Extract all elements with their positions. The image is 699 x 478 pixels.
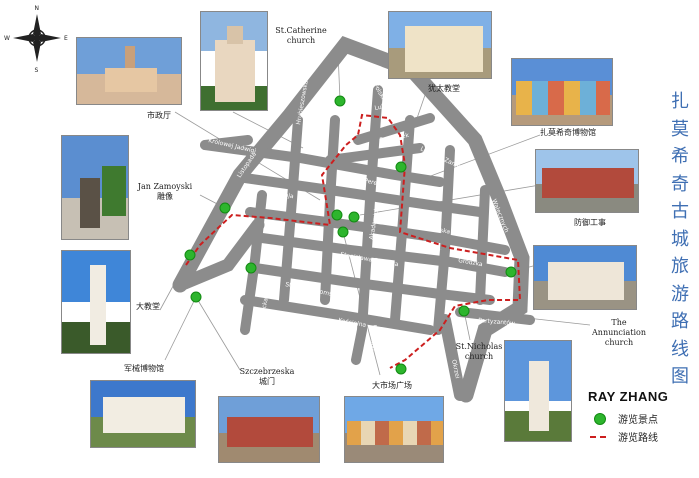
photo-zamoyski-museum — [511, 58, 613, 126]
compass-w: W — [4, 35, 10, 42]
label-annunciation: The Annunciation church — [592, 318, 646, 347]
spot-st-nicholas — [395, 363, 407, 375]
label-market: 大市场广场 — [372, 381, 412, 390]
photo-city-hall — [76, 37, 182, 105]
photo-st-nicholas — [504, 340, 572, 442]
road-zamenhofa — [320, 115, 340, 305]
photo-synagogue — [388, 11, 492, 79]
spot-cathedral — [245, 262, 257, 274]
tour-map: Królowej Jadwigi Hrubieszowska Lukasińsk… — [0, 0, 699, 478]
label-fortification: 防御工事 — [574, 218, 606, 227]
label-synagogue: 犹太教堂 — [428, 84, 460, 93]
spot-zamoyski-museum — [348, 211, 360, 223]
label-cathedral: 大教堂 — [136, 302, 160, 311]
photo-arsenal — [90, 380, 196, 448]
label-st-catherine: St.Catherine church — [275, 26, 327, 45]
photo-st-catherine — [200, 11, 268, 111]
label-city-hall: 市政厅 — [147, 111, 171, 120]
label-zamoyski-museum: 扎莫希奇博物馆 — [540, 128, 596, 137]
road-koscielna — [240, 295, 435, 335]
photo-jan-zamoyski — [61, 135, 129, 240]
photo-szczebrzeska-gate — [218, 396, 320, 463]
compass-n: N — [35, 5, 40, 12]
legend-spot-marker — [594, 413, 606, 425]
spot-fortification — [458, 305, 470, 317]
legend-route-marker — [590, 436, 606, 438]
spot-annunciation — [505, 266, 517, 278]
legend-spot-label: 游览景点 — [618, 415, 658, 426]
photo-market — [344, 396, 444, 463]
author-credit: RAY ZHANG — [588, 389, 669, 404]
map-title: 扎莫希奇古城旅游路线图 — [671, 91, 689, 387]
label-arsenal: 军械博物馆 — [124, 364, 164, 373]
spot-arsenal — [184, 249, 196, 261]
road-far-east-vertical — [475, 185, 490, 305]
label-szczebrzeska-gate: Szczebrzeska 城门 — [239, 367, 295, 386]
photo-cathedral — [61, 250, 131, 354]
street-bazylianska: Bazyliańska — [367, 324, 379, 360]
compass-e: E — [64, 35, 68, 42]
spot-st-catherine — [334, 95, 346, 107]
spot-jan-zamoyski — [219, 202, 231, 214]
photo-fortification — [535, 149, 639, 213]
spot-market — [337, 226, 349, 238]
label-jan-zamoyski: Jan Zamoyski 雕像 — [137, 182, 193, 201]
photo-annunciation — [533, 245, 637, 310]
spot-synagogue — [395, 161, 407, 173]
spot-city-hall — [331, 209, 343, 221]
spot-szczebrzeska-gate — [190, 291, 202, 303]
label-st-nicholas: St.Nicholas church — [455, 342, 503, 361]
compass-rose: N S E W — [4, 5, 68, 74]
compass-s: S — [35, 67, 39, 74]
legend-route-label: 游览路线 — [618, 433, 658, 444]
